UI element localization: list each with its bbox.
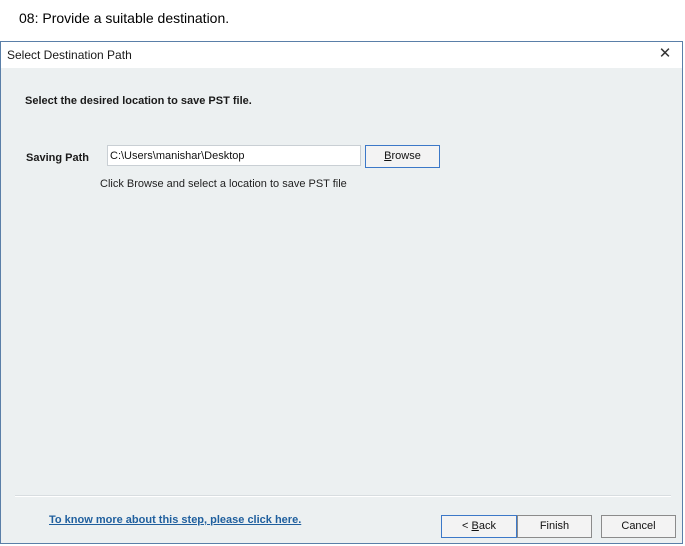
saving-path-label: Saving Path xyxy=(26,152,89,164)
back-label-prefix: < xyxy=(462,520,472,532)
step-caption: 08: Provide a suitable destination. xyxy=(19,10,230,26)
footer-divider xyxy=(15,495,671,497)
close-icon[interactable]: ✕ xyxy=(656,45,674,63)
back-label-rest: ack xyxy=(478,520,496,532)
back-button[interactable]: < Back xyxy=(441,515,517,538)
browse-label-accelerator: B xyxy=(384,150,392,162)
browse-label-rest: rowse xyxy=(391,150,421,162)
instruction-text: Select the desired location to save PST … xyxy=(25,95,252,107)
dialog-title: Select Destination Path xyxy=(7,48,132,62)
browse-button[interactable]: Browse xyxy=(365,145,440,168)
saving-path-input[interactable] xyxy=(107,145,361,166)
dialog-titlebar: Select Destination Path ✕ xyxy=(1,42,682,68)
back-label-accelerator: B xyxy=(471,520,479,532)
help-link[interactable]: To know more about this step, please cli… xyxy=(49,514,301,526)
destination-dialog: Select Destination Path ✕ Select the des… xyxy=(0,41,683,544)
finish-button[interactable]: Finish xyxy=(517,515,592,538)
cancel-button[interactable]: Cancel xyxy=(601,515,676,538)
browse-hint-text: Click Browse and select a location to sa… xyxy=(100,178,347,190)
